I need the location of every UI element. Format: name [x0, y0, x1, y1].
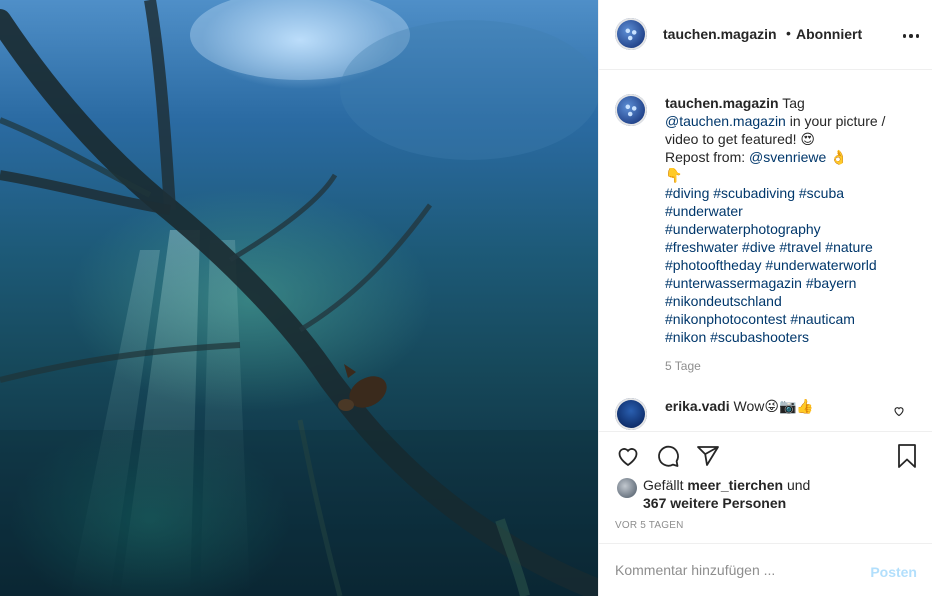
- caption-avatar[interactable]: [615, 94, 647, 126]
- hashtag-line[interactable]: #freshwater #dive #travel #nature: [665, 239, 873, 255]
- liker-avatar[interactable]: [617, 478, 637, 498]
- comment-like-icon[interactable]: [893, 405, 905, 417]
- posted-timestamp[interactable]: VOR 5 TAGEN: [615, 520, 684, 531]
- post-header: tauchen.magazin • Abonniert: [599, 0, 932, 70]
- bookmark-icon[interactable]: [895, 443, 919, 469]
- hashtag-line[interactable]: #photooftheday #underwaterworld: [665, 257, 877, 273]
- commenter-avatar[interactable]: [615, 398, 647, 430]
- account-avatar[interactable]: [615, 18, 647, 50]
- hashtag-line[interactable]: #underwaterphotography: [665, 221, 821, 237]
- likes-summary: Gefällt meer_tierchen und 367 weitere Pe…: [643, 476, 810, 512]
- divider: [599, 431, 932, 432]
- follow-state-button[interactable]: Abonniert: [796, 26, 862, 42]
- post-comment-button[interactable]: Posten: [870, 564, 917, 580]
- comment-icon[interactable]: [655, 444, 681, 468]
- hashtag-line[interactable]: #nikon #scubashooters: [665, 329, 809, 345]
- post-caption: tauchen.magazin Tag @tauchen.magazin in …: [665, 94, 905, 346]
- caption-text: Tag: [782, 95, 805, 111]
- likes-others-link[interactable]: 367 weitere Personen: [643, 495, 786, 511]
- mention-link[interactable]: @svenriewe: [749, 149, 826, 165]
- account-username[interactable]: tauchen.magazin: [663, 26, 777, 42]
- liker-username[interactable]: meer_tierchen: [687, 477, 783, 493]
- ok-hand-emoji: 👌: [830, 149, 848, 165]
- header-separator: •: [786, 25, 791, 41]
- caption-age[interactable]: 5 Tage: [665, 359, 701, 373]
- comment-username[interactable]: erika.vadi: [665, 398, 730, 414]
- likes-prefix: Gefällt: [643, 477, 684, 493]
- paper-plane-icon[interactable]: [695, 444, 721, 468]
- hashtag-line[interactable]: #nikonphotocontest #nauticam: [665, 311, 855, 327]
- underwater-scene: [0, 0, 598, 596]
- hashtag-line[interactable]: #nikondeutschland: [665, 293, 782, 309]
- post-details-panel: tauchen.magazin • Abonniert tauchen.maga…: [598, 0, 932, 596]
- more-horizontal-icon: [902, 34, 907, 38]
- caption-username[interactable]: tauchen.magazin: [665, 95, 779, 111]
- post-image[interactable]: [0, 0, 598, 596]
- more-options-button[interactable]: [899, 24, 923, 48]
- likes-middle: und: [786, 477, 811, 493]
- hashtag-line[interactable]: #unterwassermagazin #bayern: [665, 275, 856, 291]
- heart-icon[interactable]: [615, 444, 641, 468]
- caption-text: Repost from:: [665, 149, 746, 165]
- comment-text: Wow😜📷👍: [733, 398, 814, 414]
- comment-input[interactable]: [615, 560, 855, 580]
- comment-item: erika.vadi Wow😜📷👍: [665, 398, 885, 415]
- caption-text: in your picture /: [789, 113, 886, 129]
- caption-text: video to get featured! 😍: [665, 131, 816, 147]
- pointing-down-emoji: 👇: [665, 167, 683, 183]
- add-comment-bar: Posten: [599, 543, 932, 596]
- hashtag-line[interactable]: #underwater: [665, 203, 743, 219]
- mention-link[interactable]: @tauchen.magazin: [665, 113, 786, 129]
- hashtag-line[interactable]: #diving #scubadiving #scuba: [665, 185, 844, 201]
